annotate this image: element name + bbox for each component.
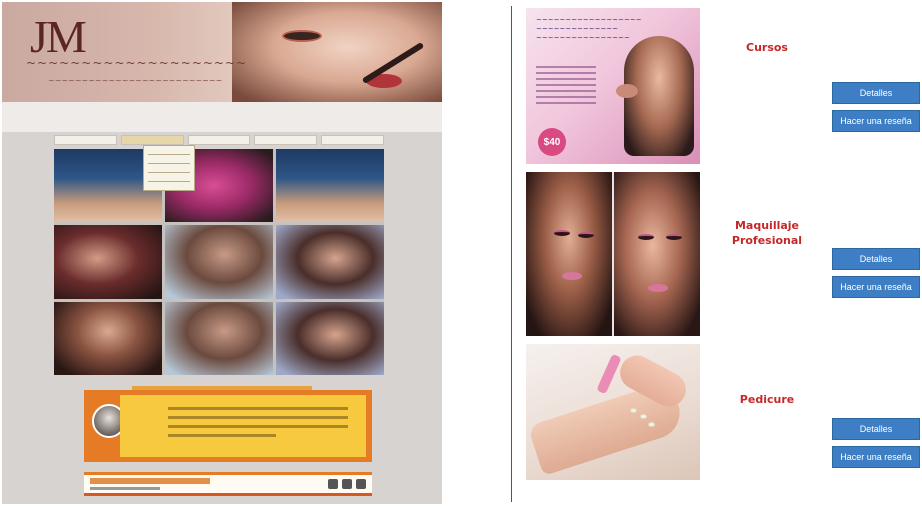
nav-item[interactable]: [254, 135, 318, 145]
makeup-eye-detail: [666, 234, 682, 240]
makeup-photo-right: [614, 172, 700, 336]
product-image-pedicure[interactable]: [526, 344, 700, 480]
product-title-maquillaje: Maquillaje Profesional: [731, 219, 803, 247]
review-button-maquillaje[interactable]: Hacer una reseña: [832, 276, 920, 298]
banner-eye-detail: [282, 30, 322, 42]
site-banner: JM ~~~~~~~~~~~~~~~~~~~~ ~~~~~~~~~~~~~~~~…: [2, 2, 442, 102]
makeup-eye-detail: [638, 234, 654, 240]
gallery-photo[interactable]: [276, 301, 384, 375]
screenshot-stage: JM ~~~~~~~~~~~~~~~~~~~~ ~~~~~~~~~~~~~~~~…: [0, 0, 922, 506]
details-button-pedicure[interactable]: Detalles: [832, 418, 920, 440]
testimonial-text: [168, 407, 348, 443]
product-image-cursos[interactable]: ~~~~~~~~~~~~~~~~~~ ~~~~~~~~~~~~~~ ~~~~~~~~…: [526, 8, 700, 164]
vertical-divider: [511, 6, 512, 502]
flyer-brush-detail: [616, 84, 638, 98]
logo-subline-decoration: ~~~~~~~~~~~~~~~~~~~~~~~~~~: [48, 76, 223, 85]
dropdown-menu-overlay[interactable]: [143, 145, 195, 191]
gallery-photo[interactable]: [165, 301, 273, 375]
nav-item[interactable]: [321, 135, 384, 145]
testimonial-box: [84, 390, 372, 462]
review-button-pedicure[interactable]: Hacer una reseña: [832, 446, 920, 468]
flyer-text-decoration: [536, 66, 596, 108]
details-button-cursos[interactable]: Detalles: [832, 82, 920, 104]
testimonial-content: [120, 395, 366, 457]
footer-small-text: [90, 487, 160, 490]
gallery-photo[interactable]: [276, 225, 384, 299]
banner-spacer: [2, 102, 442, 132]
contact-footer: [84, 472, 372, 496]
social-icon[interactable]: [328, 479, 338, 489]
gallery-photo[interactable]: [165, 225, 273, 299]
makeup-lip-detail: [562, 272, 582, 280]
site-nav: [54, 135, 384, 145]
price-badge: $40: [538, 128, 566, 156]
nav-item[interactable]: [187, 135, 251, 145]
pedicure-tool-image: [596, 353, 622, 395]
social-icon[interactable]: [342, 479, 352, 489]
gallery-photo[interactable]: [54, 225, 162, 299]
makeup-photo-left: [526, 172, 612, 336]
footer-phone-text: [90, 478, 210, 484]
product-image-maquillaje[interactable]: [526, 172, 700, 336]
details-button-maquillaje[interactable]: Detalles: [832, 248, 920, 270]
website-preview: JM ~~~~~~~~~~~~~~~~~~~~ ~~~~~~~~~~~~~~~~…: [2, 2, 442, 504]
product-title-pedicure: Pedicure: [739, 393, 795, 406]
social-icons: [328, 479, 366, 489]
gallery-photo[interactable]: [276, 149, 384, 223]
makeup-eye-detail: [554, 230, 570, 236]
review-button-cursos[interactable]: Hacer una reseña: [832, 110, 920, 132]
makeup-eye-detail: [578, 232, 594, 238]
gallery-grid: [54, 149, 384, 375]
makeup-lip-detail: [648, 284, 668, 292]
nav-item[interactable]: [54, 135, 117, 145]
gallery-photo[interactable]: [54, 301, 162, 375]
social-icon[interactable]: [356, 479, 366, 489]
nav-item-active[interactable]: [120, 135, 184, 145]
product-title-cursos: Cursos: [746, 41, 788, 54]
logo-script-decoration: ~~~~~~~~~~~~~~~~~~~~: [26, 56, 248, 70]
